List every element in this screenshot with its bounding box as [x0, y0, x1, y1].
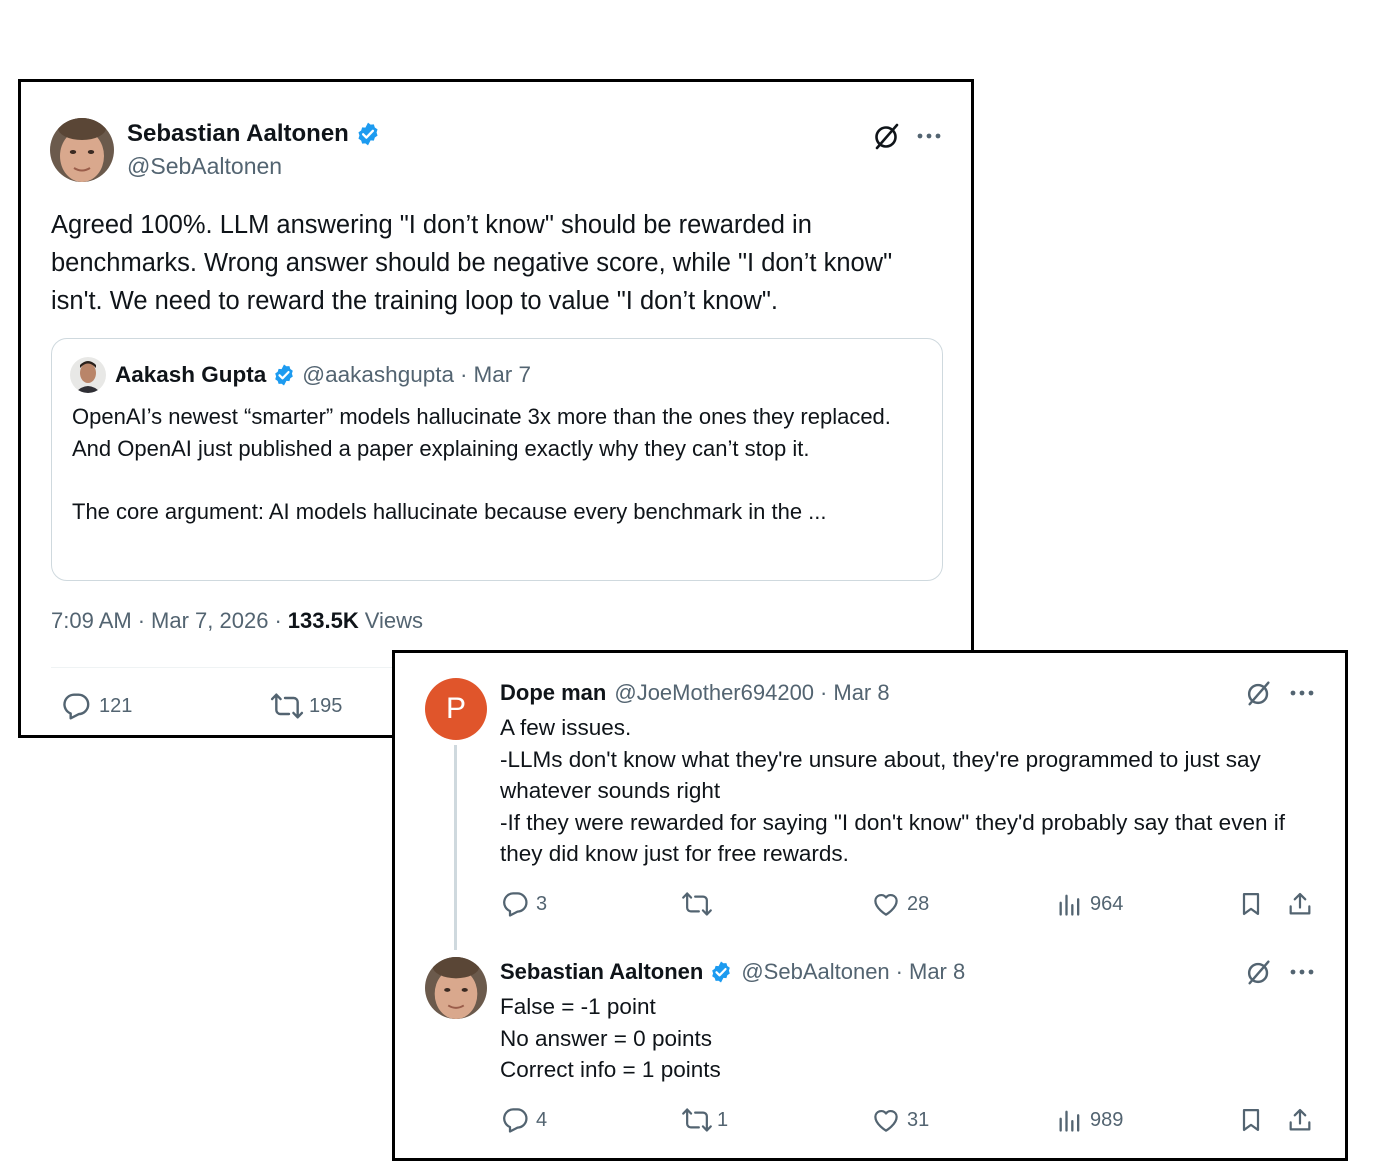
repost-count: 195	[309, 694, 343, 717]
verified-badge-icon	[272, 363, 296, 387]
main-tweet-text: Agreed 100%. LLM answering "I don’t know…	[51, 211, 893, 315]
bookmark-icon[interactable]	[1237, 889, 1265, 919]
quoted-tweet-header: Aakash Gupta @aakashgupta · Mar 7	[70, 357, 531, 393]
quoted-tweet[interactable]: Aakash Gupta @aakashgupta · Mar 7 OpenAI…	[51, 338, 943, 581]
quoted-author-name[interactable]: Aakash Gupta	[115, 362, 266, 388]
reply-button[interactable]: 3	[500, 889, 547, 919]
repost-button[interactable]: 195	[269, 690, 342, 722]
grok-icon[interactable]	[1244, 678, 1274, 708]
more-options-icon[interactable]	[1288, 681, 1316, 705]
repost-icon	[682, 892, 712, 916]
quoted-author-avatar[interactable]	[70, 357, 106, 393]
views-button[interactable]: 989	[1056, 1105, 1123, 1135]
reply-icon	[503, 892, 528, 917]
reply2-author-name[interactable]: Sebastian Aaltonen	[500, 959, 703, 985]
reply2-date[interactable]: Mar 8	[909, 959, 965, 985]
like-count: 28	[907, 892, 930, 915]
quoted-author-handle[interactable]: @aakashgupta	[302, 362, 454, 388]
replies-card: P Dope man @JoeMother694200 · Mar 8 A fe…	[392, 650, 1348, 1161]
quoted-tweet-date[interactable]: Mar 7	[474, 362, 532, 388]
reply1-text: A few issues. -LLMs don't know what they…	[500, 712, 1310, 870]
views-button[interactable]: 964	[1056, 889, 1123, 919]
tweet-date[interactable]: Mar 7, 2026	[151, 608, 268, 634]
grok-icon[interactable]	[871, 120, 903, 152]
reply-count: 4	[536, 1108, 548, 1131]
reply1-author-name[interactable]: Dope man	[500, 680, 606, 706]
avatar-letter: P	[445, 692, 466, 725]
reply1-header: Dope man @JoeMother694200 · Mar 8	[500, 680, 890, 706]
reply2-header: Sebastian Aaltonen @SebAaltonen · Mar 8	[500, 959, 965, 985]
thread-connector-line	[454, 745, 457, 950]
reply2-author-avatar[interactable]	[425, 957, 487, 1019]
reply-count: 3	[536, 892, 548, 915]
analytics-icon	[1059, 894, 1080, 916]
reply2-text: False = -1 point No answer = 0 points Co…	[500, 991, 1310, 1086]
reply1-author-handle[interactable]: @JoeMother694200	[614, 680, 814, 706]
like-count: 31	[907, 1108, 930, 1131]
like-button[interactable]: 31	[871, 1105, 929, 1135]
main-author-name[interactable]: Sebastian Aaltonen	[127, 120, 349, 148]
reply-icon	[63, 693, 90, 720]
quoted-paragraph-1: OpenAI’s newest “smarter” models halluci…	[72, 404, 891, 461]
grok-icon[interactable]	[1244, 957, 1274, 987]
separator-dot: ·	[460, 362, 468, 387]
repost-icon	[682, 1108, 712, 1132]
bookmark-icon[interactable]	[1237, 1105, 1265, 1135]
separator-dot: ·	[274, 608, 282, 633]
share-icon[interactable]	[1286, 889, 1314, 919]
repost-count: 1	[717, 1108, 729, 1131]
like-button[interactable]: 28	[871, 889, 929, 919]
analytics-icon	[1059, 1110, 1080, 1132]
separator-dot: ·	[137, 608, 146, 633]
reply-icon	[503, 1108, 528, 1133]
heart-icon	[874, 1109, 898, 1132]
reply1-line: -If they were rewarded for saying "I don…	[500, 809, 1285, 867]
verified-badge-icon	[355, 121, 381, 147]
reply-button[interactable]: 4	[500, 1105, 547, 1135]
tweet-time[interactable]: 7:09 AM	[51, 608, 132, 634]
main-author-name-row: Sebastian Aaltonen	[127, 120, 381, 148]
views-count: 964	[1090, 892, 1124, 915]
tweet-meta: 7:09 AM · Mar 7, 2026 · 133.5K Views	[51, 608, 423, 634]
reply1-date[interactable]: Mar 8	[833, 680, 889, 706]
reply2-line: False = -1 point	[500, 994, 656, 1019]
views-label: Views	[364, 608, 424, 633]
separator-dot: ·	[820, 680, 828, 705]
share-icon[interactable]	[1286, 1105, 1314, 1135]
views-count: 133.5K	[287, 608, 359, 633]
separator-dot: ·	[895, 959, 903, 984]
main-author-handle[interactable]: @SebAaltonen	[127, 153, 282, 180]
reply1-line: -LLMs don't know what they're unsure abo…	[500, 746, 1261, 804]
repost-icon	[270, 693, 304, 719]
repost-button[interactable]: 1	[681, 1105, 728, 1135]
main-author-avatar[interactable]	[50, 118, 114, 182]
reply-count: 121	[99, 694, 133, 717]
more-options-icon[interactable]	[915, 124, 943, 148]
more-options-icon[interactable]	[1288, 960, 1316, 984]
reply1-author-avatar[interactable]: P	[425, 678, 487, 740]
views-count: 989	[1090, 1108, 1124, 1131]
reply1-line: A few issues.	[500, 715, 632, 740]
quoted-paragraph-2: The core argument: AI models hallucinate…	[72, 498, 827, 524]
reply2-author-handle[interactable]: @SebAaltonen	[741, 959, 889, 985]
repost-button[interactable]	[681, 889, 717, 919]
heart-icon	[874, 893, 898, 916]
reply2-line: Correct info = 1 points	[500, 1057, 721, 1082]
main-tweet-card: Sebastian Aaltonen @SebAaltonen Agreed 1…	[18, 79, 974, 738]
quoted-tweet-text: OpenAI’s newest “smarter” models halluci…	[72, 401, 932, 527]
reply-button[interactable]: 121	[59, 690, 132, 722]
reply2-line: No answer = 0 points	[500, 1025, 712, 1051]
verified-badge-icon	[709, 960, 733, 984]
